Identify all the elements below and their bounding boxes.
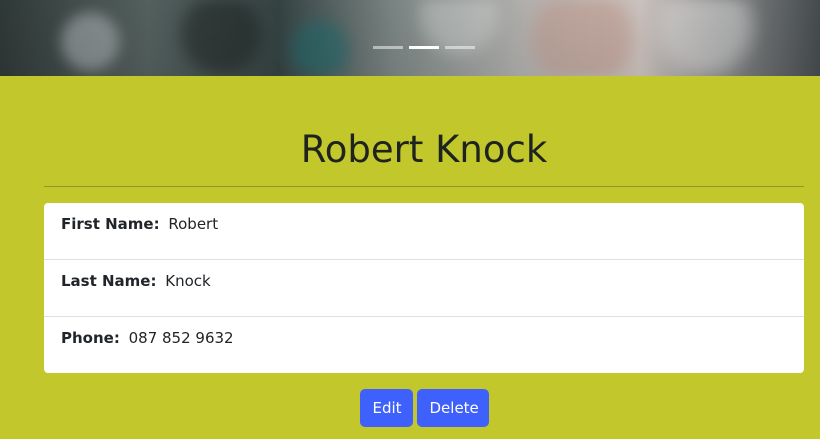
- contact-details-card: First Name: Robert Last Name: Knock Phon…: [44, 203, 804, 373]
- profile-content: Robert Knock First Name: Robert Last Nam…: [44, 76, 804, 427]
- header-carousel: [0, 0, 820, 76]
- delete-button[interactable]: Delete: [416, 389, 489, 427]
- first-name-value: Robert: [168, 215, 219, 233]
- title-divider: [44, 186, 804, 187]
- last-name-row: Last Name: Knock: [44, 260, 804, 317]
- phone-row: Phone: 087 852 9632: [44, 317, 804, 373]
- edit-button[interactable]: Edit: [359, 389, 413, 427]
- last-name-label: Last Name:: [61, 272, 157, 290]
- page-title: Robert Knock: [300, 128, 548, 171]
- profile-actions: Edit Delete: [44, 389, 804, 427]
- carousel-indicator-3[interactable]: [445, 46, 475, 49]
- carousel-indicator-1[interactable]: [373, 46, 403, 49]
- first-name-row: First Name: Robert: [44, 203, 804, 260]
- carousel-indicators: [373, 46, 475, 49]
- carousel-indicator-2[interactable]: [409, 46, 439, 49]
- phone-label: Phone:: [61, 329, 120, 347]
- phone-value: 087 852 9632: [128, 329, 234, 347]
- first-name-label: First Name:: [61, 215, 160, 233]
- last-name-value: Knock: [165, 272, 211, 290]
